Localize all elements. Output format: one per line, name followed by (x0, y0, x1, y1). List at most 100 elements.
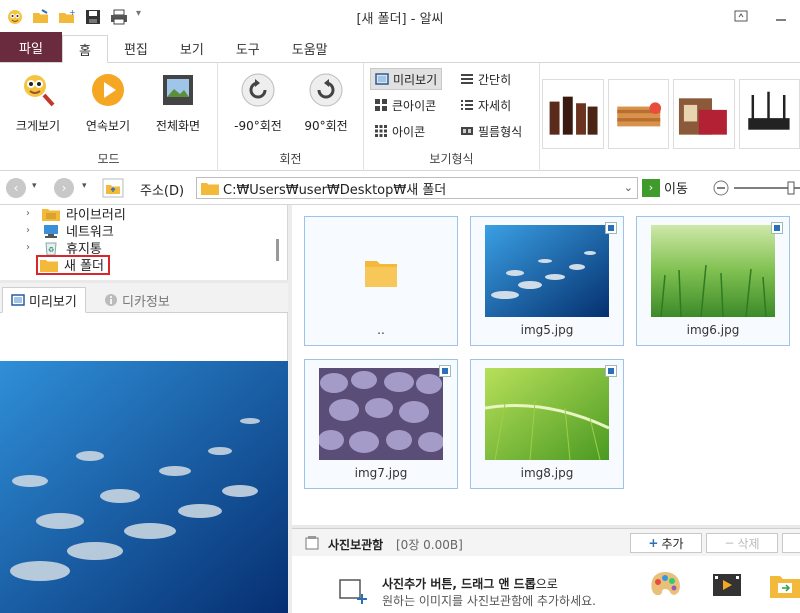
forward-button[interactable]: › (54, 178, 74, 198)
ad-image-router[interactable] (738, 79, 800, 149)
tab-file[interactable]: 파일 (0, 32, 62, 62)
address-bar: ‹ ▾ › ▾ 주소(D) C:₩Users₩user₩Desktop₩새 폴더… (0, 171, 800, 205)
folder-export-icon[interactable] (768, 570, 800, 600)
address-dropdown-icon[interactable]: ⌄ (624, 181, 633, 194)
select-checkbox[interactable] (605, 365, 617, 377)
tab-view[interactable]: 보기 (164, 34, 220, 62)
tree-item-new-folder[interactable]: 새 폴더 (36, 254, 111, 275)
expand-caret-icon[interactable]: › (26, 242, 36, 253)
up-folder-icon[interactable] (102, 178, 124, 198)
view-icon-option[interactable]: 아이콘 (370, 120, 429, 142)
ad-banner-strip[interactable] (542, 79, 800, 149)
info-icon (105, 294, 117, 306)
rotate-left-button[interactable]: -90°회전 (222, 71, 294, 134)
storage-more-button[interactable] (782, 533, 800, 553)
tab-home[interactable]: 홈 (62, 35, 108, 63)
select-checkbox[interactable] (439, 365, 451, 377)
zoom-slider[interactable] (712, 179, 800, 197)
palette-icon[interactable] (648, 570, 682, 600)
ad-image-snacks[interactable] (607, 79, 670, 149)
view-detail-option[interactable]: 자세히 (456, 94, 515, 116)
go-label: 이동 (664, 182, 688, 197)
tab-camera-info[interactable]: 디카정보 (96, 287, 178, 313)
ad-image-bottles[interactable] (542, 79, 604, 149)
title-bar: + ▾ [새 폴더] - 알씨 (0, 0, 800, 33)
view-simple-label: 간단히 (478, 72, 512, 87)
storage-hint-bold: 사진추가 버튼, 드래그 앤 드롭 (382, 577, 536, 591)
tree-item-network[interactable]: › 네트워크 (26, 222, 114, 240)
forward-history-dropdown-icon[interactable]: ▾ (82, 181, 87, 191)
storage-hint-line1: 사진추가 버튼, 드래그 앤 드롭으로 (382, 576, 596, 593)
thumbnail-caption: .. (377, 323, 385, 337)
customize-dropdown-icon[interactable]: ▾ (136, 8, 146, 26)
print-icon[interactable] (110, 8, 128, 26)
tab-preview-label: 미리보기 (29, 294, 77, 310)
minimize-window-icon[interactable] (768, 4, 794, 28)
preview-tab-icon (11, 294, 25, 306)
address-input[interactable]: C:₩Users₩user₩Desktop₩새 폴더 ⌄ (196, 177, 638, 199)
add-photo-button[interactable]: + 추가 (630, 533, 702, 553)
large-icon-grid-icon (375, 99, 387, 111)
back-history-dropdown-icon[interactable]: ▾ (32, 181, 37, 191)
back-button[interactable]: ‹ (6, 178, 26, 198)
tab-edit[interactable]: 편집 (108, 34, 164, 62)
rotate-right-button[interactable]: 90°회전 (290, 71, 362, 134)
photo-storage-body: 사진추가 버튼, 드래그 앤 드롭으로 원하는 이미지를 사진보관함에 추가하세… (292, 556, 800, 613)
expand-caret-icon[interactable]: › (26, 208, 36, 219)
folder-icon (201, 183, 219, 195)
new-folder-icon[interactable]: + (58, 8, 76, 26)
tree-scrollbar[interactable] (276, 239, 279, 261)
restore-window-icon[interactable] (728, 4, 754, 28)
large-view-button[interactable]: 크게보기 (2, 71, 74, 134)
folder-icon (40, 259, 58, 272)
view-detail-label: 자세히 (478, 98, 512, 113)
tree-item-library[interactable]: › 라이브러리 (26, 205, 126, 223)
selected-folder-outline[interactable]: 새 폴더 (36, 254, 111, 275)
rotate-right-label: 90°회전 (304, 119, 348, 133)
video-clip-icon[interactable] (710, 570, 744, 600)
preview-image-fish (0, 361, 288, 613)
arrow-right-icon: › (61, 181, 67, 195)
quick-access-toolbar: + ▾ (0, 8, 146, 26)
select-checkbox[interactable] (605, 222, 617, 234)
slideshow-button[interactable]: 연속보기 (72, 71, 144, 134)
mode-group-label: 모드 (97, 152, 120, 166)
arrow-left-icon: ‹ (13, 181, 19, 195)
tab-preview[interactable]: 미리보기 (2, 287, 86, 313)
thumbnail-tile-parent[interactable]: .. (304, 216, 458, 346)
tab-camera-info-label: 디카정보 (122, 294, 170, 310)
thumbnail-tile-img6[interactable]: img6.jpg (636, 216, 790, 346)
tree-item-recycle-bin[interactable]: › ♻ 휴지통 (26, 239, 102, 257)
tab-tools[interactable]: 도구 (220, 34, 276, 62)
fullscreen-button[interactable]: 전체화면 (142, 71, 214, 134)
network-icon (44, 224, 58, 238)
delete-photo-label: 삭제 (737, 536, 760, 551)
add-photo-placeholder-icon[interactable] (338, 578, 368, 606)
thumbnail-tile-img7[interactable]: img7.jpg (304, 359, 458, 489)
mode-group: 크게보기 연속보기 전체화면 모드 (0, 63, 218, 171)
thumbnail-caption: img8.jpg (520, 466, 574, 480)
image-img6 (651, 225, 775, 317)
view-large-icon-option[interactable]: 큰아이콘 (370, 94, 440, 116)
add-photo-label: 추가 (661, 536, 684, 551)
thumbnail-caption: img5.jpg (520, 323, 574, 337)
thumbnail-grid: .. img5.jpg img6.jpg img7.jpg img8.jpg (292, 205, 800, 525)
magnifier-mascot-icon (24, 75, 55, 107)
view-preview-option[interactable]: 미리보기 (370, 68, 443, 90)
delete-photo-button[interactable]: − 삭제 (706, 533, 778, 553)
view-simple-option[interactable]: 간단히 (456, 68, 515, 90)
ad-image-giftbox[interactable] (673, 79, 735, 149)
select-checkbox[interactable] (771, 222, 783, 234)
thumbnail-caption: img6.jpg (686, 323, 740, 337)
image-img5 (485, 225, 609, 317)
expand-caret-icon[interactable]: › (26, 225, 36, 236)
view-film-label: 필름형식 (478, 124, 523, 139)
thumbnail-tile-img5[interactable]: img5.jpg (470, 216, 624, 346)
thumbnail-tile-img8[interactable]: img8.jpg (470, 359, 624, 489)
tab-help[interactable]: 도움말 (276, 34, 344, 62)
go-button[interactable]: › 이동 (642, 178, 688, 197)
fullscreen-label: 전체화면 (155, 119, 201, 133)
open-folder-icon[interactable] (32, 8, 50, 26)
save-icon[interactable] (84, 8, 102, 26)
view-film-option[interactable]: 필름형식 (456, 120, 526, 142)
